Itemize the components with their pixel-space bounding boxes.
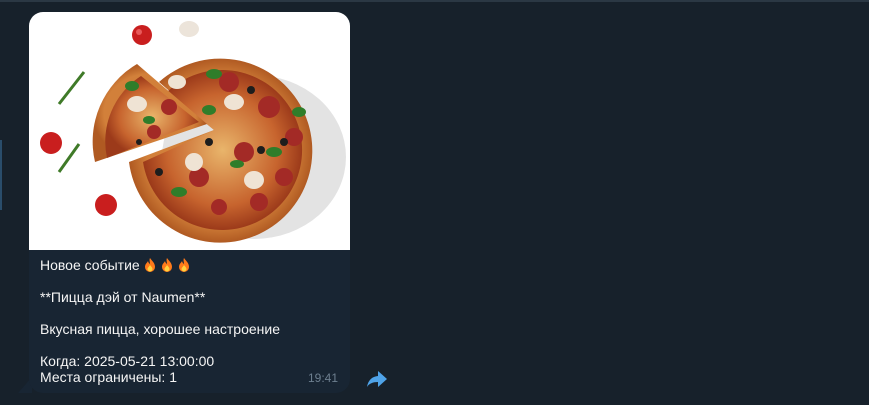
forward-arrow-icon [367,371,387,387]
event-when: Когда: 2025-05-21 13:00:00 [40,353,215,369]
message-text: Новое событие **Пицца дэй от Naumen** Вк… [40,257,340,385]
message-title: Новое событие [40,257,140,273]
forward-button[interactable] [366,369,388,389]
fire-icon [160,257,174,273]
pizza-photo[interactable] [29,12,350,250]
message-time: 19:41 [307,371,338,385]
top-divider [0,0,869,2]
message-bubble[interactable]: Новое событие **Пицца дэй от Naumen** Вк… [29,12,350,393]
fire-icon [143,257,157,273]
title-line: Новое событие [40,257,340,273]
event-description: Вкусная пицца, хорошее настроение [40,321,280,337]
event-places: Места ограничены: 1 [40,369,177,385]
scroll-indicator [0,140,2,210]
fire-icon [177,257,191,273]
pizza-image [40,21,346,243]
event-name: **Пицца дэй от Naumen** [40,289,206,305]
